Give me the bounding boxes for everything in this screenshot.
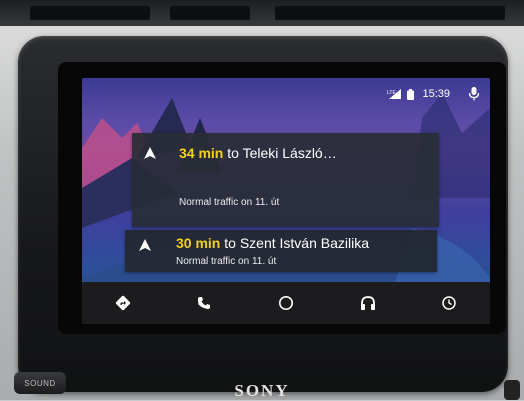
- vent-slot: [170, 6, 250, 20]
- route-suggestion-card[interactable]: 34 min to Teleki László… Normal traffic …: [132, 133, 439, 227]
- route-traffic: Normal traffic on 11. út: [176, 256, 277, 267]
- nav-button-maps[interactable]: [103, 283, 143, 323]
- route-destination: to Teleki László…: [227, 145, 337, 161]
- route-eta: 30 min: [176, 235, 221, 251]
- microphone-icon[interactable]: [468, 87, 480, 101]
- navigation-icon: [115, 295, 130, 311]
- vent-slot: [30, 6, 150, 20]
- brand-logo: SONY: [234, 381, 290, 400]
- home-icon: [278, 296, 293, 310]
- route-eta: 34 min: [179, 145, 224, 161]
- nav-button-recents[interactable]: [429, 283, 469, 323]
- route-title: 30 min to Szent István Bazilika: [176, 235, 369, 251]
- nav-button-home[interactable]: [266, 283, 306, 323]
- route-destination: to Szent István Bazilika: [224, 235, 369, 251]
- air-vent: [0, 0, 524, 26]
- sound-button[interactable]: SOUND: [14, 372, 66, 394]
- status-bar: LTE 15:39: [82, 78, 490, 108]
- navigation-arrow-icon: [139, 239, 151, 251]
- battery-icon: [407, 88, 415, 100]
- status-time: 15:39: [422, 88, 450, 100]
- hardware-knob[interactable]: [504, 380, 520, 400]
- route-suggestion-card[interactable]: 30 min to Szent István Bazilika Normal t…: [125, 230, 437, 272]
- signal-lte-icon: LTE: [387, 89, 402, 99]
- nav-button-phone[interactable]: [184, 283, 224, 323]
- bottom-nav-bar: [82, 282, 490, 324]
- nav-button-media[interactable]: [348, 283, 388, 323]
- svg-text:LTE: LTE: [387, 90, 396, 96]
- vent-slot: [275, 6, 505, 20]
- android-auto-screen: LTE 15:39 34 min to Teleki László… Norma…: [82, 78, 490, 324]
- headphones-icon: [360, 296, 375, 310]
- phone-icon: [198, 297, 211, 309]
- route-title: 34 min to Teleki László…: [179, 145, 337, 161]
- recents-icon: [442, 296, 456, 310]
- route-traffic: Normal traffic on 11. út: [179, 197, 280, 208]
- navigation-arrow-icon: [144, 147, 156, 159]
